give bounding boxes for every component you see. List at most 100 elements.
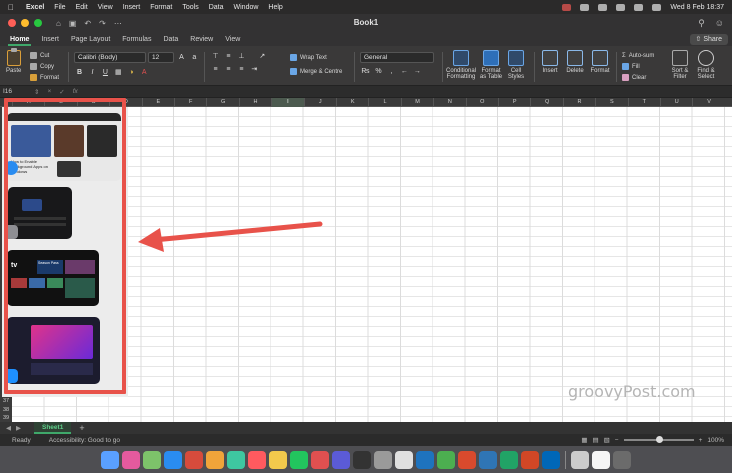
- dock-app-icon[interactable]: [395, 450, 413, 469]
- column-header-j[interactable]: J: [303, 98, 336, 107]
- dock-app-icon[interactable]: [374, 450, 392, 469]
- decrease-decimal-icon[interactable]: →: [412, 68, 423, 75]
- save-icon[interactable]: ▣: [69, 19, 77, 28]
- column-header-k[interactable]: K: [336, 98, 368, 107]
- home-icon[interactable]: ⌂: [56, 19, 61, 28]
- column-header-g[interactable]: G: [206, 98, 238, 107]
- column-header-u[interactable]: U: [660, 98, 692, 107]
- percent-icon[interactable]: %: [373, 68, 384, 75]
- menu-insert[interactable]: Insert: [123, 4, 141, 11]
- column-header-e[interactable]: E: [141, 98, 174, 107]
- dock-app-icon[interactable]: [613, 450, 631, 469]
- normal-view-icon[interactable]: ▦: [581, 436, 587, 444]
- sheet-tab[interactable]: Sheet1: [34, 422, 72, 434]
- merge-centre-button[interactable]: Merge & Centre: [290, 66, 342, 77]
- align-top-icon[interactable]: ⊤: [210, 52, 221, 60]
- column-header-r[interactable]: R: [562, 98, 595, 107]
- column-header-l[interactable]: L: [368, 98, 400, 107]
- zoom-in-icon[interactable]: +: [699, 437, 703, 444]
- dock-app-icon[interactable]: [332, 450, 350, 469]
- page-break-view-icon[interactable]: ▧: [604, 436, 610, 444]
- autosum-button[interactable]: Σ Auto-sum: [622, 50, 654, 61]
- column-header-o[interactable]: O: [465, 98, 498, 107]
- fx-label[interactable]: fx: [73, 88, 78, 96]
- insert-cells-button[interactable]: Insert: [540, 50, 560, 74]
- dock-app-icon[interactable]: [248, 450, 266, 469]
- column-header-i[interactable]: I: [271, 98, 304, 107]
- column-header-n[interactable]: N: [433, 98, 465, 107]
- clear-button[interactable]: Clear: [622, 72, 654, 83]
- menu-data[interactable]: Data: [209, 4, 224, 11]
- row-header-37[interactable]: 37: [0, 398, 12, 404]
- font-size-select[interactable]: 12: [147, 52, 174, 63]
- row-header-39[interactable]: 39: [0, 415, 12, 421]
- tab-review[interactable]: Review: [184, 36, 219, 46]
- column-header-s[interactable]: S: [595, 98, 627, 107]
- bold-button[interactable]: B: [74, 69, 85, 76]
- dock-app-icon[interactable]: [290, 450, 308, 469]
- cancel-icon[interactable]: ×: [47, 88, 51, 96]
- wifi-icon[interactable]: [616, 3, 626, 11]
- dock-app-icon[interactable]: [311, 450, 329, 469]
- currency-icon[interactable]: ₨: [360, 68, 371, 75]
- status-battery-icon[interactable]: [598, 3, 608, 11]
- minimize-window-button[interactable]: [21, 19, 29, 27]
- status-app-icon[interactable]: [580, 3, 590, 11]
- dock-app-icon[interactable]: [416, 450, 434, 469]
- align-left-icon[interactable]: ≡: [210, 66, 221, 73]
- dock-app-icon[interactable]: [101, 450, 119, 469]
- tab-insert[interactable]: Insert: [35, 36, 65, 46]
- menu-app-name[interactable]: Excel: [26, 4, 44, 11]
- menu-clock[interactable]: Wed 8 Feb 18:37: [670, 4, 724, 11]
- format-cells-button[interactable]: Format: [590, 50, 610, 74]
- menu-file[interactable]: File: [54, 4, 65, 11]
- tab-view[interactable]: View: [219, 36, 246, 46]
- cell-styles-button[interactable]: Cell Styles: [506, 50, 526, 80]
- accessibility-status[interactable]: Accessibility: Good to go: [49, 437, 120, 444]
- align-middle-icon[interactable]: ≡: [223, 53, 234, 60]
- column-header-q[interactable]: Q: [530, 98, 562, 107]
- zoom-slider-handle[interactable]: [655, 436, 663, 443]
- status-record-icon[interactable]: [562, 3, 572, 11]
- page-layout-view-icon[interactable]: ▤: [592, 436, 598, 444]
- fill-color-icon[interactable]: ◑: [126, 69, 137, 76]
- dock-app-icon[interactable]: [122, 450, 140, 469]
- comma-icon[interactable]: ,: [386, 68, 397, 75]
- tab-data[interactable]: Data: [157, 36, 184, 46]
- menu-help[interactable]: Help: [268, 4, 282, 11]
- fill-button[interactable]: Fill: [622, 61, 654, 72]
- dock-app-icon[interactable]: [542, 450, 560, 469]
- column-header-m[interactable]: M: [400, 98, 433, 107]
- menu-tools[interactable]: Tools: [182, 4, 198, 11]
- dock-app-icon[interactable]: [521, 450, 539, 469]
- redo-icon[interactable]: ↷: [99, 19, 106, 28]
- indent-icon[interactable]: ⇥: [249, 65, 260, 73]
- dock-app-icon[interactable]: [571, 450, 589, 469]
- number-format-select[interactable]: General: [360, 52, 434, 63]
- tab-formulas[interactable]: Formulas: [116, 36, 157, 46]
- align-right-icon[interactable]: ≡: [236, 66, 247, 73]
- share-button[interactable]: ⇧ Share: [689, 34, 728, 45]
- tab-home[interactable]: Home: [4, 36, 35, 46]
- search-icon[interactable]: ⚲: [698, 18, 705, 29]
- menu-edit[interactable]: Edit: [76, 4, 88, 11]
- paste-button[interactable]: Paste: [6, 48, 21, 74]
- dock-app-icon[interactable]: [185, 450, 203, 469]
- menu-window[interactable]: Window: [234, 4, 259, 11]
- column-header-v[interactable]: V: [692, 98, 724, 107]
- font-name-select[interactable]: Calibri (Body): [74, 52, 146, 63]
- zoom-window-button[interactable]: [34, 19, 42, 27]
- italic-button[interactable]: I: [87, 69, 98, 76]
- column-header-p[interactable]: P: [498, 98, 530, 107]
- format-as-table-button[interactable]: Format as Table: [478, 50, 504, 80]
- dock-app-icon[interactable]: [592, 450, 610, 469]
- dock-app-icon[interactable]: [500, 450, 518, 469]
- cut-button[interactable]: Cut: [30, 50, 59, 61]
- decrease-font-icon[interactable]: a: [189, 54, 200, 61]
- column-header-h[interactable]: H: [238, 98, 271, 107]
- align-bottom-icon[interactable]: ⊥: [236, 52, 247, 60]
- undo-icon[interactable]: ↶: [84, 19, 91, 28]
- confirm-icon[interactable]: ✓: [59, 88, 64, 96]
- format-painter-button[interactable]: Format: [30, 72, 59, 83]
- name-box-dropdown-icon[interactable]: ⇕: [34, 88, 39, 96]
